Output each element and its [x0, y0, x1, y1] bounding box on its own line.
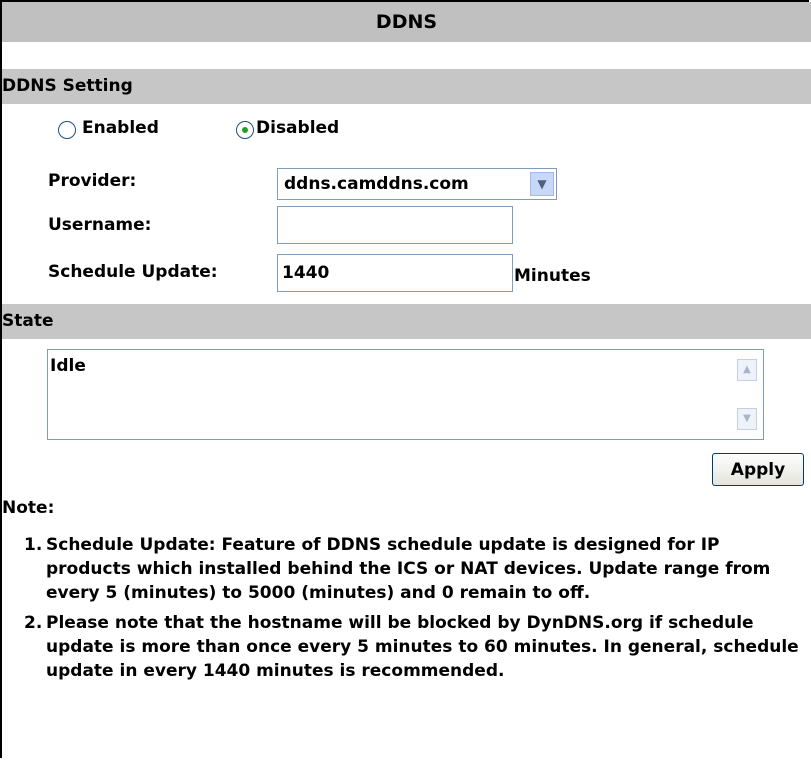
note-number: 2. [24, 613, 43, 633]
schedule-update-label: Schedule Update: [48, 262, 218, 282]
note-title: Note: [2, 498, 55, 518]
schedule-unit-label: Minutes [514, 266, 591, 286]
provider-select[interactable]: ddns.camddns.com ▼ [277, 168, 557, 200]
scroll-up-icon[interactable]: ▲ [737, 359, 757, 381]
page-title: DDNS [2, 2, 811, 42]
note-item: 2. Please note that the hostname will be… [24, 611, 809, 683]
disabled-label[interactable]: Disabled [256, 118, 339, 138]
disabled-radio[interactable] [236, 121, 254, 139]
state-value: Idle [50, 356, 86, 376]
chevron-down-icon[interactable]: ▼ [530, 172, 554, 196]
state-textarea[interactable]: Idle ▲ ▼ [47, 349, 764, 440]
schedule-update-input[interactable]: 1440 [277, 254, 513, 292]
note-text: Please note that the hostname will be bl… [46, 613, 799, 681]
note-item: 1. Schedule Update: Feature of DDNS sche… [24, 533, 809, 605]
scroll-down-icon[interactable]: ▼ [737, 408, 757, 430]
provider-label: Provider: [48, 171, 137, 191]
username-input[interactable] [277, 206, 513, 244]
state-header: State [2, 304, 811, 339]
note-number: 1. [24, 535, 43, 555]
username-label: Username: [48, 215, 152, 235]
provider-value: ddns.camddns.com [284, 174, 469, 194]
apply-button[interactable]: Apply [712, 453, 804, 486]
note-list: 1. Schedule Update: Feature of DDNS sche… [24, 533, 809, 689]
note-text: Schedule Update: Feature of DDNS schedul… [46, 535, 771, 603]
enabled-radio[interactable] [58, 121, 76, 139]
ddns-setting-header: DDNS Setting [2, 69, 811, 104]
enabled-label[interactable]: Enabled [82, 118, 159, 138]
